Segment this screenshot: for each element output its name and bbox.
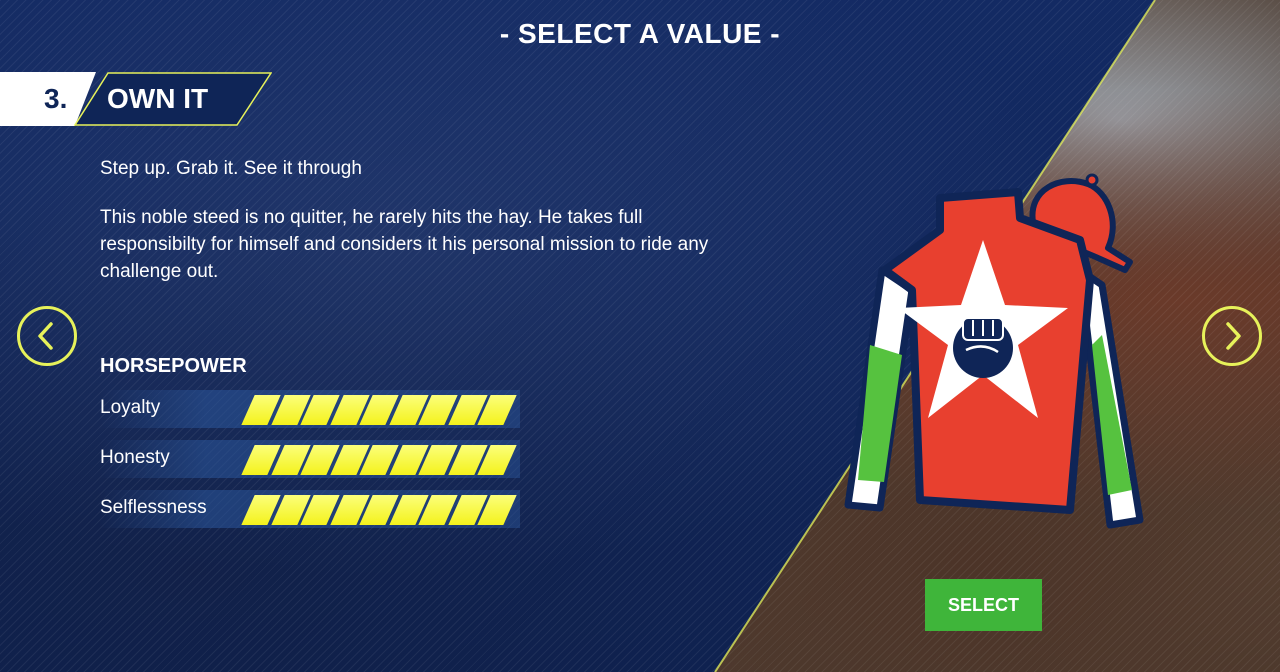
jockey-silks <box>844 173 1144 529</box>
chevron-left-icon <box>38 322 53 350</box>
stat-meter <box>240 495 520 525</box>
stat-label: Honesty <box>100 447 170 468</box>
stat-row-loyalty: Loyalty <box>100 390 520 428</box>
chevron-right-icon <box>1226 322 1241 350</box>
stat-meter <box>240 395 520 425</box>
value-name: OWN IT <box>107 83 209 114</box>
value-description: This noble steed is no quitter, he rarel… <box>100 207 709 282</box>
stat-row-honesty: Honesty <box>100 440 520 478</box>
raised-fist-icon <box>953 317 1013 378</box>
stat-label: Loyalty <box>100 397 161 418</box>
next-button[interactable] <box>1202 306 1262 366</box>
previous-button[interactable] <box>17 306 77 366</box>
value-number: 3. <box>44 83 68 114</box>
stat-row-selflessness: Selflessness <box>100 490 520 528</box>
select-button[interactable]: SELECT <box>925 579 1042 631</box>
stat-meter <box>240 445 520 475</box>
horsepower-heading: HORSEPOWER <box>100 355 247 377</box>
value-tagline: Step up. Grab it. See it through <box>100 158 362 179</box>
page-title: - SELECT A VALUE - <box>499 18 781 49</box>
stat-label: Selflessness <box>100 497 207 518</box>
